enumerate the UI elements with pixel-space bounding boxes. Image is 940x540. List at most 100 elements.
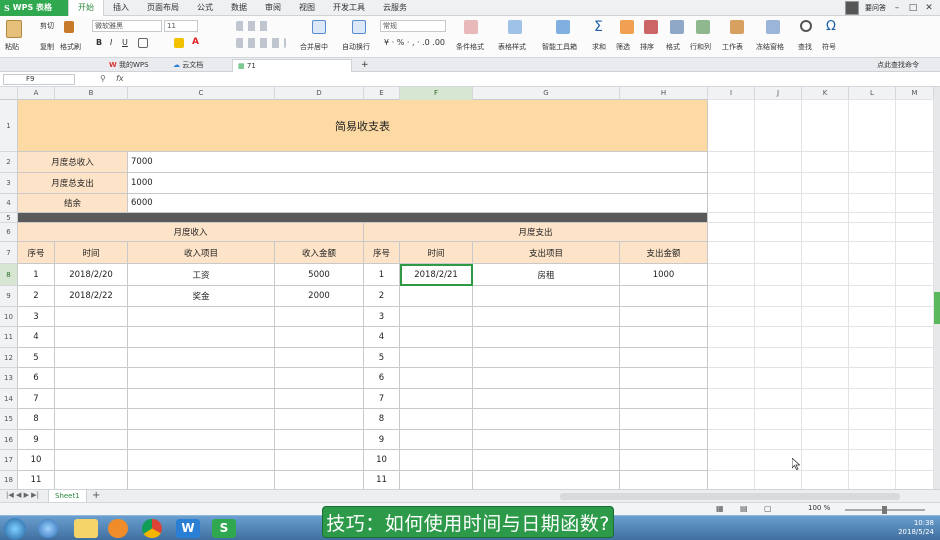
add-sheet-button[interactable]: + [92,490,100,501]
tab-document[interactable]: ▦ 71 [232,59,352,72]
expense-data-cell[interactable] [400,409,473,430]
wps-app-menu-button[interactable]: S WPS 表格 [0,0,68,16]
expense-data-cell[interactable]: 4 [364,327,400,348]
income-data-cell[interactable] [275,430,364,450]
income-data-cell[interactable] [55,348,128,368]
row-header[interactable]: 16 [0,430,18,450]
expense-column-header[interactable]: 支出金额 [620,242,708,264]
expense-data-cell[interactable] [473,327,620,348]
font-size-select[interactable]: 11 [164,20,198,32]
separator-band[interactable] [18,213,708,223]
find-icon[interactable] [800,20,812,32]
expense-data-cell[interactable] [400,307,473,327]
cut-button[interactable]: 剪切 [40,21,54,31]
income-data-cell[interactable]: 2018/2/20 [55,264,128,286]
expense-data-cell[interactable] [400,327,473,348]
menu-tab[interactable]: 公式 [188,0,222,16]
row-header[interactable]: 9 [0,286,18,307]
filter-button[interactable]: 筛选 [616,42,630,52]
income-data-cell[interactable] [275,409,364,430]
income-data-cell[interactable]: 工资 [128,264,275,286]
income-data-cell[interactable]: 9 [18,430,55,450]
select-all-corner[interactable] [0,87,18,100]
wrap-text-icon[interactable] [352,20,366,34]
expense-data-cell[interactable] [473,286,620,307]
row-header[interactable]: 14 [0,389,18,409]
sum-icon[interactable]: Σ [594,19,603,35]
formula-input[interactable] [134,74,914,85]
expense-data-cell[interactable]: 5 [364,348,400,368]
row-header[interactable]: 12 [0,348,18,368]
merge-center-icon[interactable] [312,20,326,34]
income-data-cell[interactable]: 7 [18,389,55,409]
expense-data-cell[interactable]: 8 [364,409,400,430]
income-data-cell[interactable] [55,307,128,327]
brush-icon[interactable] [64,21,74,33]
fx-icon[interactable]: fx [116,74,124,83]
maximize-icon[interactable]: □ [908,3,918,13]
column-header[interactable]: G [473,87,620,100]
number-format-select[interactable]: 常规 [380,20,446,32]
smart-toolbox-icon[interactable] [556,20,570,34]
menu-tab[interactable]: 云服务 [374,0,416,16]
menu-tab[interactable]: 开发工具 [324,0,374,16]
new-tab-button[interactable]: + [356,59,374,72]
income-data-cell[interactable] [128,450,275,471]
symbol-icon[interactable]: Ω [826,19,836,34]
income-data-cell[interactable] [128,327,275,348]
menu-tab[interactable]: 插入 [104,0,138,16]
expense-data-cell[interactable] [473,348,620,368]
view-read-icon[interactable]: ▢ [764,504,772,513]
format-icon[interactable] [670,20,684,34]
fill-color-icon[interactable] [174,38,184,48]
expense-data-cell[interactable] [620,348,708,368]
income-data-cell[interactable]: 2018/2/22 [55,286,128,307]
income-data-cell[interactable]: 奖金 [128,286,275,307]
column-header[interactable]: B [55,87,128,100]
menu-tab[interactable]: 视图 [290,0,324,16]
font-name-select[interactable]: 微软雅黑 [92,20,162,32]
border-icon[interactable] [138,38,148,48]
expense-data-cell[interactable] [620,471,708,489]
merge-center-button[interactable]: 合并居中 [300,42,328,52]
user-name[interactable]: 要问答 [865,3,886,13]
expense-data-cell[interactable] [620,450,708,471]
income-data-cell[interactable] [128,471,275,489]
ie-browser-icon[interactable] [38,519,58,538]
row-header[interactable]: 2 [0,152,18,173]
income-data-cell[interactable]: 5000 [275,264,364,286]
menu-tab[interactable]: 开始 [68,0,104,16]
media-player-icon[interactable] [108,519,128,538]
row-header[interactable]: 5 [0,213,18,223]
expense-data-cell[interactable] [473,307,620,327]
income-data-cell[interactable] [128,409,275,430]
income-data-cell[interactable] [275,348,364,368]
income-column-header[interactable]: 序号 [18,242,55,264]
view-page-icon[interactable]: ▤ [740,504,748,513]
expense-data-cell[interactable] [400,389,473,409]
income-data-cell[interactable] [275,368,364,389]
horizontal-scrollbar[interactable] [560,493,900,500]
format-painter-button[interactable]: 格式刷 [60,42,81,52]
sheet-nav-icon[interactable]: |◀ ◀ ▶ ▶| [6,491,39,499]
wps-spreadsheet-icon[interactable]: S [212,519,236,538]
underline-button[interactable]: U [122,38,128,47]
percent-icon[interactable]: ¥ · % · , · .0 .00 [384,38,445,47]
income-data-cell[interactable]: 8 [18,409,55,430]
table-style-icon[interactable] [508,20,522,34]
income-data-cell[interactable]: 2000 [275,286,364,307]
expense-data-cell[interactable] [400,348,473,368]
expense-data-cell[interactable] [473,409,620,430]
menu-tab[interactable]: 页面布局 [138,0,188,16]
table-style-button[interactable]: 表格样式 [498,42,526,52]
income-column-header[interactable]: 时间 [55,242,128,264]
summary-value-cell[interactable]: 7000 [128,152,708,173]
row-header[interactable]: 13 [0,368,18,389]
zoom-search-icon[interactable]: ⚲ [100,74,106,83]
expense-data-cell[interactable] [620,368,708,389]
smart-toolbox-button[interactable]: 智能工具箱 [542,42,577,52]
expense-data-cell[interactable]: 10 [364,450,400,471]
income-data-cell[interactable]: 5 [18,348,55,368]
find-button[interactable]: 查找 [798,42,812,52]
zoom-slider-handle[interactable] [882,506,887,514]
